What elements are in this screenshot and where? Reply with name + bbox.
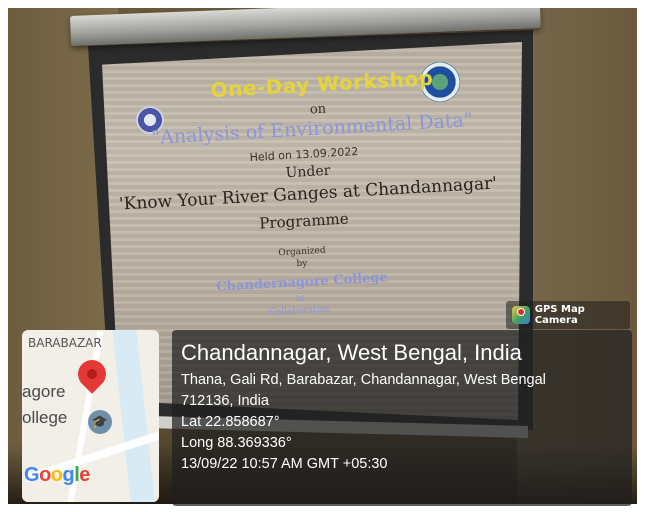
address-line-2: 712136, India <box>181 393 269 409</box>
latitude: Lat 22.858687° <box>181 414 280 430</box>
map-pin-app-icon <box>512 306 530 324</box>
gps-map-camera-badge: GPS Map Camera <box>506 301 630 329</box>
timestamp: 13/09/22 10:57 AM GMT +05:30 <box>181 456 388 472</box>
map-place-label: agore <box>22 382 66 401</box>
google-logo-letter: e <box>79 464 90 486</box>
google-logo-letter: G <box>24 464 40 486</box>
gps-map-camera-label: GPS Map Camera <box>534 304 585 326</box>
map-place-label: ollege <box>22 408 68 427</box>
google-logo: Google <box>24 464 90 487</box>
google-logo-letter: o <box>50 464 63 486</box>
google-logo-letter: g <box>62 464 75 486</box>
longitude: Long 88.369336° <box>181 435 292 451</box>
google-logo-letter: o <box>39 464 51 486</box>
location-info-panel: Chandannagar, West Bengal, India Thana, … <box>172 330 632 506</box>
map-thumbnail[interactable]: BARABAZAR agore ollege 🎓 Google <box>22 330 159 502</box>
map-area-label: BARABAZAR <box>28 336 102 350</box>
location-pin-icon <box>72 354 112 394</box>
address-line-1: Thana, Gali Rd, Barabazar, Chandannagar,… <box>181 372 546 388</box>
location-title: Chandannagar, West Bengal, India <box>181 340 522 365</box>
map-river <box>111 330 157 502</box>
graduation-cap-icon: 🎓 <box>88 410 112 434</box>
